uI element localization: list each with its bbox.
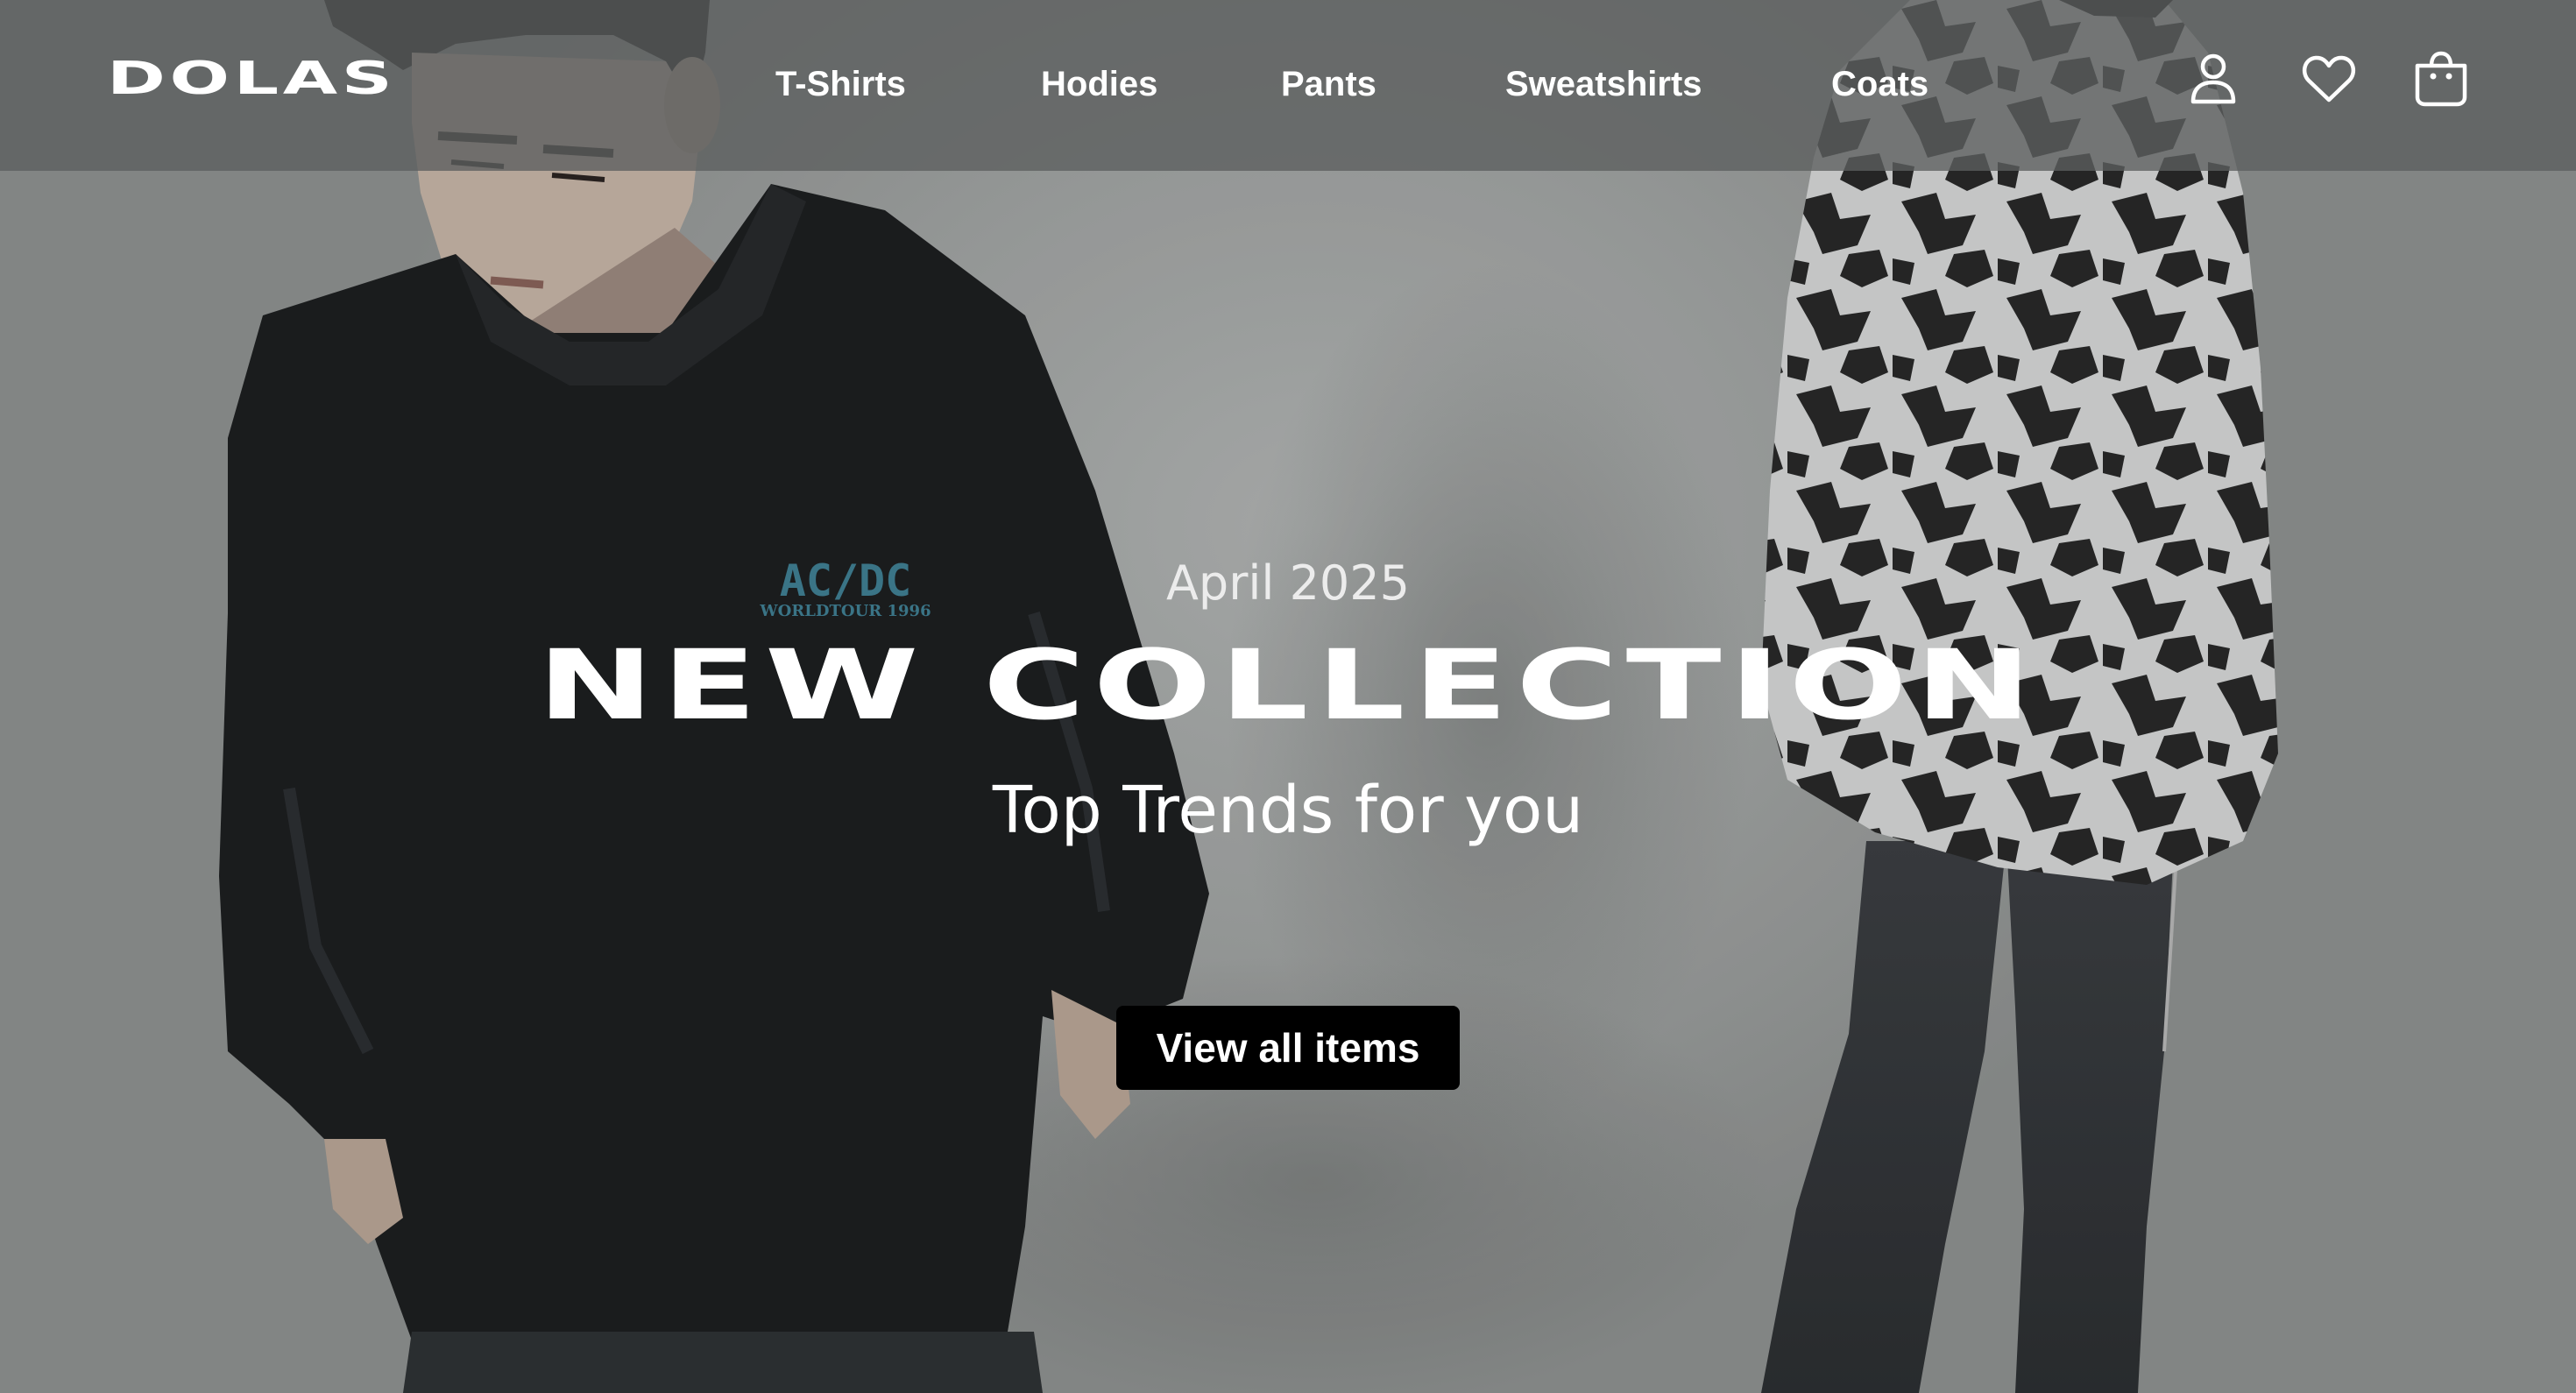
nav-item-t-shirts[interactable]: T-Shirts — [775, 58, 906, 110]
hero-subtitle: Top Trends for you — [992, 773, 1584, 848]
nav-item-pants[interactable]: Pants — [1281, 58, 1376, 110]
brand-logo[interactable]: DOLAS — [107, 54, 396, 103]
cart-button[interactable] — [2410, 44, 2473, 114]
account-icon — [2190, 53, 2236, 104]
site-header: DOLAS T-Shirts Hodies Pants Sweatshirts … — [0, 0, 2576, 171]
account-button[interactable] — [2182, 44, 2245, 114]
view-all-items-button[interactable]: View all items — [1116, 1006, 1460, 1090]
nav-item-sweatshirts[interactable]: Sweatshirts — [1505, 58, 1702, 110]
nav-item-coats[interactable]: Coats — [1831, 58, 1928, 110]
wishlist-button[interactable] — [2297, 44, 2360, 114]
hero-title-text: NEW COLLECTION — [536, 629, 2040, 741]
hero-title: NEW COLLECTION — [482, 633, 2094, 738]
hero-date: April 2025 — [1165, 555, 1410, 611]
nav-item-hodies[interactable]: Hodies — [1041, 58, 1157, 110]
wishlist-heart-icon — [2302, 55, 2356, 103]
shopping-bag-icon — [2415, 51, 2467, 107]
